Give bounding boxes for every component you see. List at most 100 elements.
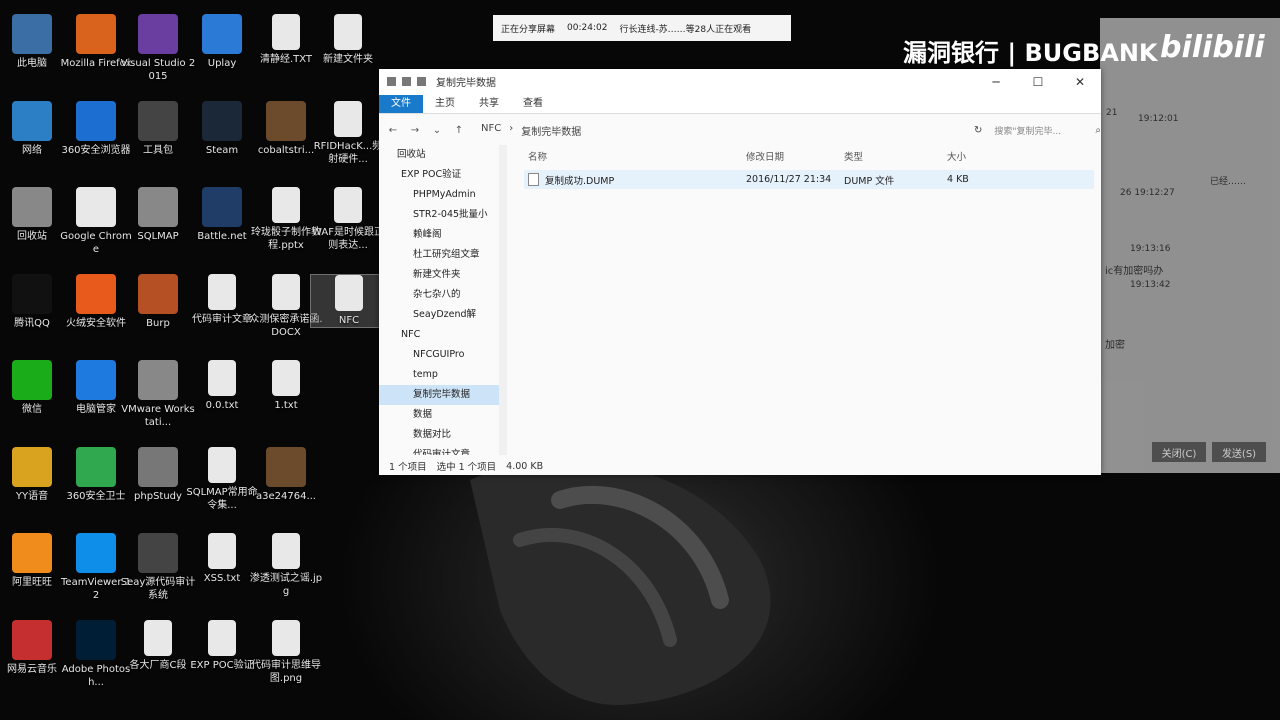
desktop-icon[interactable]: 代码审计思维导图.png [248, 619, 324, 685]
folder-icon [144, 619, 172, 656]
chat-line: 26 19:12:27 [1120, 188, 1175, 198]
huorong-icon [76, 273, 116, 314]
archive-icon [266, 446, 306, 487]
visual-studio-icon [138, 14, 178, 54]
minimize-icon[interactable]: ─ [975, 75, 1017, 89]
new-folder-icon[interactable] [402, 77, 411, 86]
quick-access-toolbar [387, 77, 426, 86]
up-icon[interactable]: ↑ [451, 125, 467, 136]
text-file-icon [272, 14, 300, 50]
toolkit-icon [138, 100, 178, 141]
nav-item[interactable]: EXP POC验证 [379, 165, 499, 185]
item-count: 1 个项目 [389, 462, 427, 473]
address-bar: ← → ⌄ ↑ NFC › 复制完毕数据 ↻ 搜索"复制完毕... ⌕ [379, 114, 1101, 146]
desktop-icon[interactable]: a3e24764... [248, 446, 324, 503]
network-icon [12, 100, 52, 141]
chat-line: 19:13:42 [1130, 280, 1171, 290]
chat-window: 21 19:12:01 已经…… 26 19:12:27 19:13:16 ic… [1100, 18, 1280, 473]
chat-close-button[interactable]: 关闭(C) [1152, 442, 1206, 462]
tab-view[interactable]: 查看 [511, 95, 555, 113]
share-timer: 00:24:02 [567, 23, 608, 33]
tab-share[interactable]: 共享 [467, 95, 511, 113]
column-date[interactable]: 修改日期 [746, 149, 844, 163]
window-title: 复制完毕数据 [436, 78, 496, 89]
chevron-right-icon: › [509, 122, 514, 134]
properties-icon[interactable] [387, 77, 396, 86]
nav-item[interactable]: SeayDzend解 [379, 305, 499, 325]
desktop-icon-label: 1.txt [274, 400, 298, 411]
back-icon[interactable]: ← [385, 125, 401, 136]
folder-icon [208, 619, 236, 656]
computer-icon [12, 14, 52, 54]
column-name[interactable]: 名称 [524, 149, 746, 163]
screen-share-banner: 正在分享屏幕 00:24:02 行长连线-苏……等28人正在观看 [493, 15, 791, 41]
nav-item[interactable]: 数据 [379, 405, 499, 425]
browser-360-icon [76, 100, 116, 141]
recent-dropdown-icon[interactable]: ⌄ [429, 125, 445, 136]
navigation-scrollbar[interactable] [499, 145, 507, 455]
pdf-file-icon [334, 187, 362, 223]
nav-item[interactable]: NFC [379, 325, 499, 345]
search-input[interactable]: 搜索"复制完毕... [994, 124, 1089, 137]
close-icon[interactable]: ✕ [1059, 75, 1101, 89]
nav-item[interactable]: 回收站 [379, 145, 499, 165]
steam-icon [202, 100, 242, 141]
breadcrumb-item[interactable]: NFC [481, 123, 501, 138]
column-type[interactable]: 类型 [844, 149, 947, 163]
tab-file[interactable]: 文件 [379, 95, 423, 113]
search-icon[interactable]: ⌕ [1095, 125, 1101, 136]
desktop-icon[interactable]: 1.txt [248, 360, 324, 412]
maximize-icon[interactable]: ☐ [1017, 75, 1059, 89]
text-file-icon [208, 446, 236, 483]
vmware-icon [138, 360, 178, 400]
share-status: 正在分享屏幕 [501, 24, 556, 35]
folder-icon [335, 274, 363, 311]
refresh-icon[interactable]: ↻ [974, 125, 982, 136]
nav-item[interactable]: PHPMyAdmin [379, 185, 499, 205]
chat-send-button[interactable]: 发送(S) [1212, 442, 1266, 462]
sqlmap-icon [138, 187, 178, 227]
file-list: 名称 修改日期 类型 大小 复制成功.DUMP 2016/11/27 21:34… [524, 145, 1094, 189]
desktop-icon-label: 新建文件夹 [323, 54, 373, 65]
nav-item[interactable]: 新建文件夹 [379, 265, 499, 285]
desktop-icon[interactable]: 渗透测试之谣.jpg [248, 533, 324, 598]
chat-line: 19:12:01 [1138, 114, 1179, 124]
phpstudy-icon [138, 446, 178, 487]
security-360-icon [76, 446, 116, 487]
chat-line: 21 [1106, 108, 1118, 118]
nav-item[interactable]: 赖峰阁 [379, 225, 499, 245]
chat-line: 19:13:16 [1130, 244, 1171, 254]
file-icon [528, 173, 539, 186]
column-size[interactable]: 大小 [947, 149, 1019, 163]
text-file-icon [208, 533, 236, 569]
image-file-icon [272, 619, 300, 656]
file-row[interactable]: 复制成功.DUMP 2016/11/27 21:34 DUMP 文件 4 KB [524, 170, 1094, 189]
folder-icon [417, 77, 426, 86]
nav-item[interactable]: 数据对比 [379, 425, 499, 445]
nav-item[interactable]: NFCGUIPro [379, 345, 499, 365]
nav-item[interactable]: STR2-045批量小 [379, 205, 499, 225]
text-file-icon [272, 360, 300, 396]
desktop-icon-label: RFIDHacK...频射硬件... [313, 140, 383, 165]
burp-icon [138, 273, 178, 314]
selected-size: 4.00 KB [506, 460, 544, 472]
tab-home[interactable]: 主页 [423, 95, 467, 113]
bilibili-logo: bilibili [1160, 30, 1265, 65]
battlenet-icon [202, 187, 242, 227]
desktop-icon-label: WAF是时候跟正则表达... [312, 227, 384, 251]
pc-manager-icon [76, 360, 116, 400]
desktop-icon-label: 渗透测试之谣.jpg [249, 573, 323, 597]
breadcrumb-item[interactable]: 复制完毕数据 [521, 123, 581, 138]
nav-item[interactable]: 杜工研究组文章 [379, 245, 499, 265]
desktop-icon[interactable]: RFIDHacK...频射硬件... [310, 100, 386, 166]
word-file-icon [334, 100, 362, 137]
nav-item[interactable]: 代码审计文章 [379, 445, 499, 455]
nav-item[interactable]: temp [379, 365, 499, 385]
nav-item[interactable]: 杂七杂八的 [379, 285, 499, 305]
seay-icon [138, 533, 178, 573]
desktop-icon[interactable]: NFC [310, 273, 388, 328]
desktop-icon[interactable]: 新建文件夹 [310, 14, 386, 66]
forward-icon[interactable]: → [407, 125, 423, 136]
nav-item[interactable]: 复制完毕数据 [379, 385, 499, 405]
desktop-icon[interactable]: WAF是时候跟正则表达... [310, 187, 386, 252]
